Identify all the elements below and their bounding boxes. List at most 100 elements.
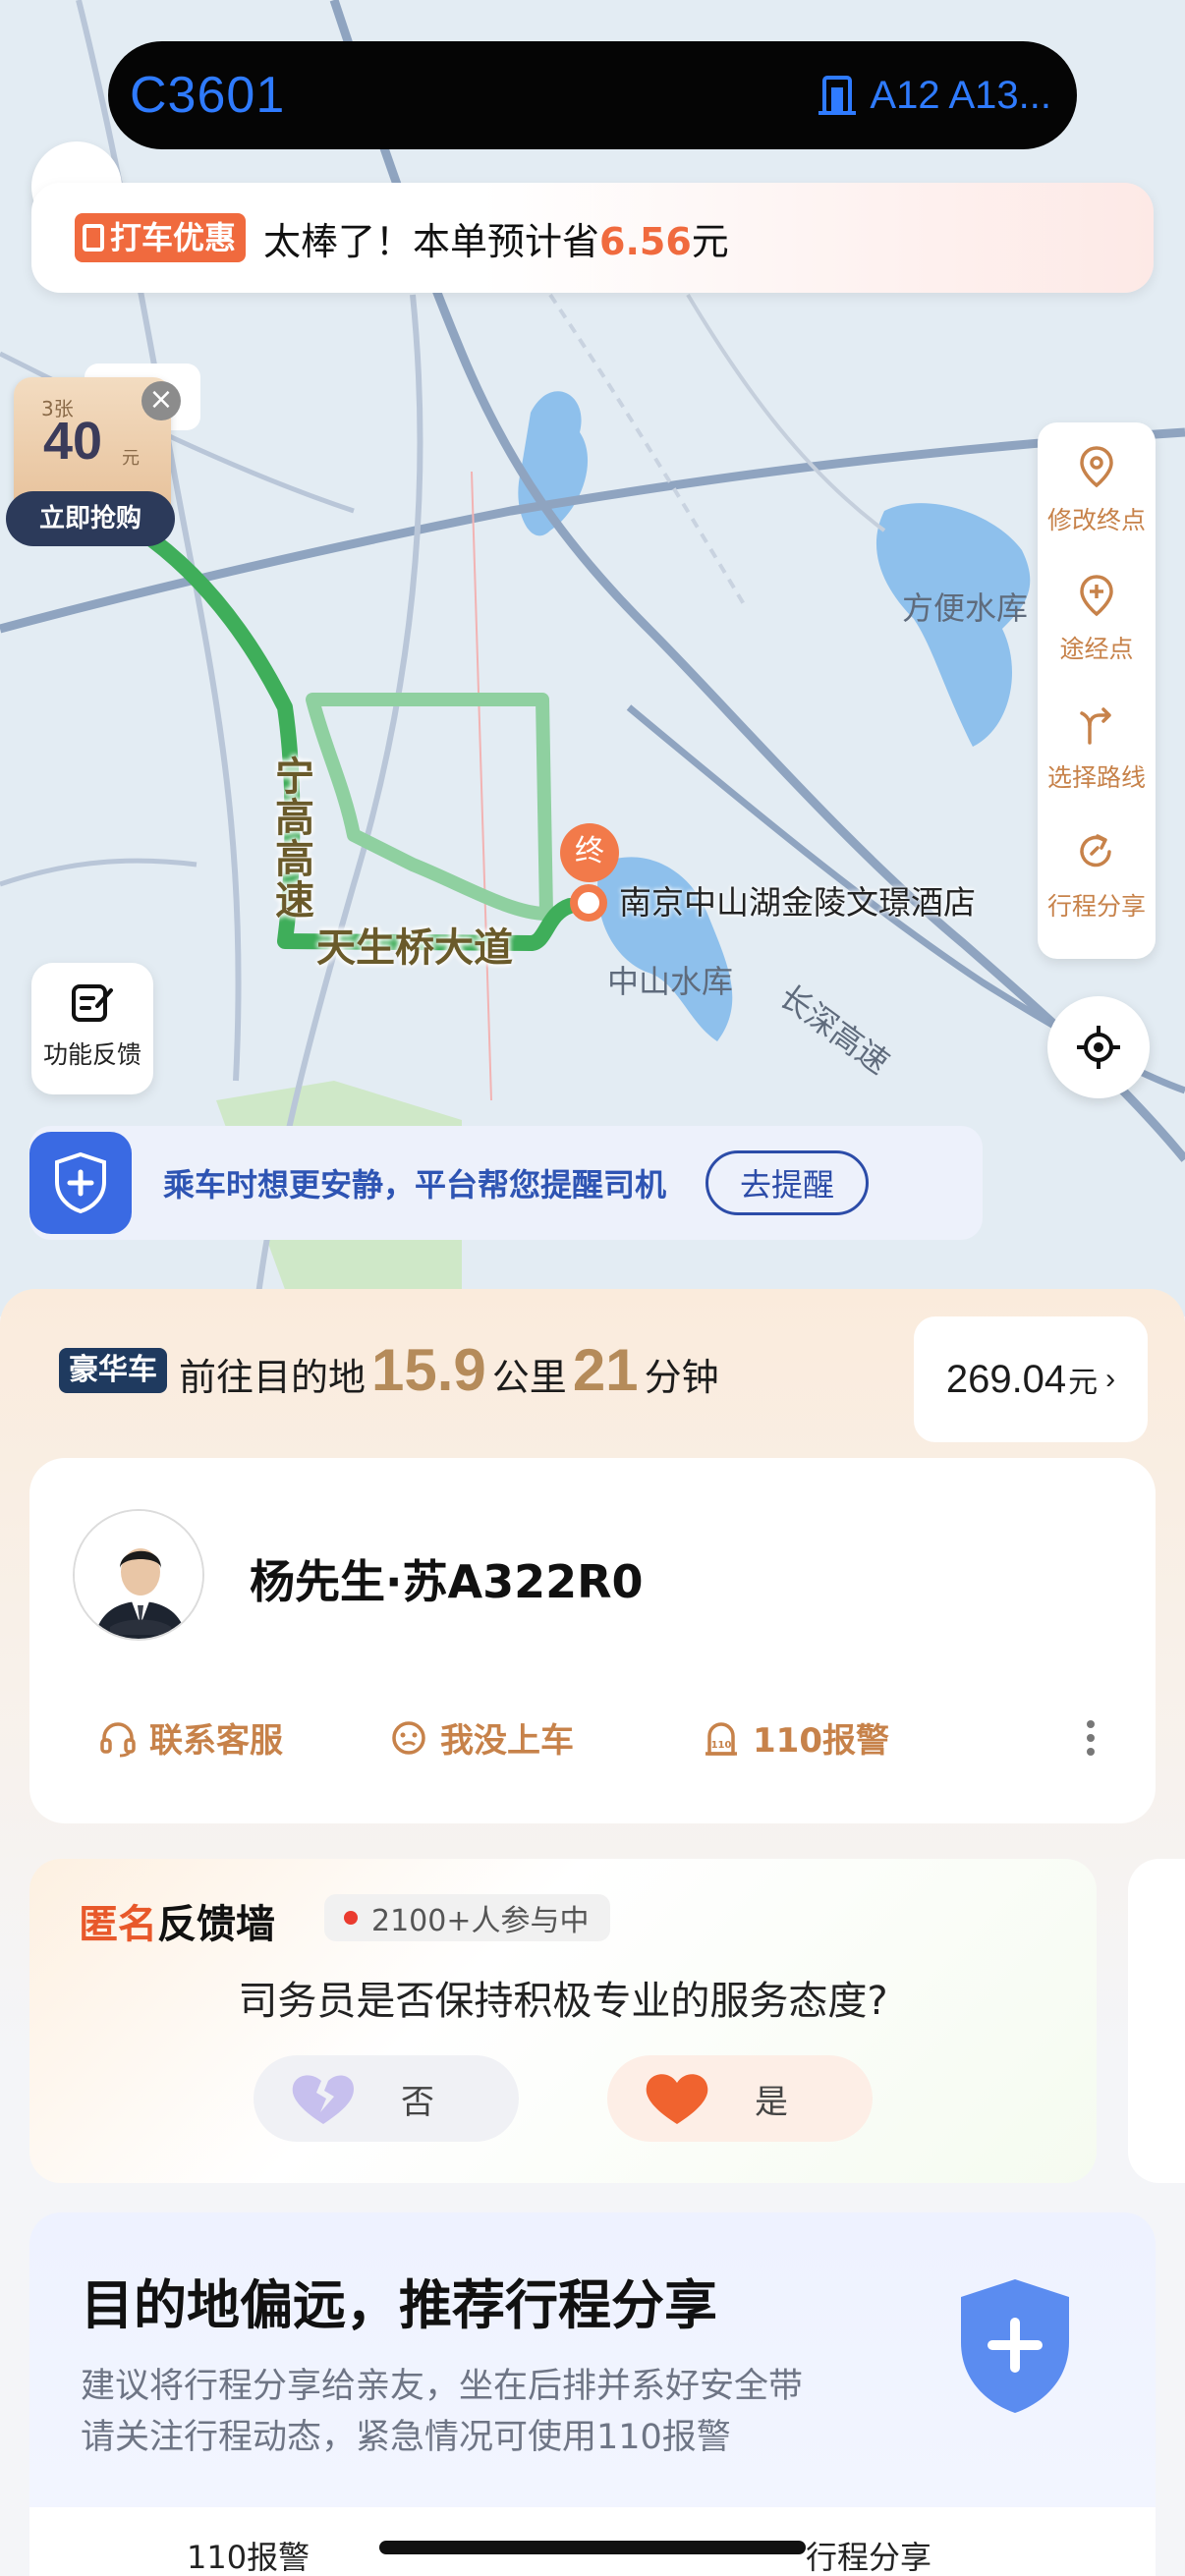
promo-text-prefix: 太棒了！本单预计省 [263, 219, 600, 263]
driver-name-plate: 杨先生·苏A322R0 [250, 1555, 644, 1608]
price-button[interactable]: 269.04 元 › [914, 1316, 1148, 1442]
side-item-label: 修改终点 [1046, 506, 1146, 534]
action-label: 联系客服 [149, 1721, 283, 1761]
side-item-waypoint[interactable]: 途经点 [1059, 573, 1134, 701]
heart-icon [646, 2074, 708, 2124]
close-icon[interactable]: × [141, 381, 181, 420]
trip-distance: 15.9 [371, 1337, 486, 1403]
broken-heart-icon [292, 2075, 354, 2124]
participants-text: 2100+人参与中 [371, 1904, 590, 1938]
trip-prefix: 前往目的地 [179, 1356, 367, 1399]
map-label-expressway: 宁高高速 [275, 755, 314, 924]
gate-text: A12 A13... [870, 73, 1051, 117]
face-icon [392, 1720, 425, 1755]
feedback-wall-card: 匿名反馈墙 2100+人参与中 司务员是否保持积极专业的服务态度? 否 是 [29, 1859, 1097, 2183]
feedback-wall-title: 匿名反馈墙 [79, 1892, 275, 1949]
promo-tag: 打车优惠 [75, 213, 247, 262]
map-view[interactable]: 宁高高速 天生桥大道 方便水库 中山水库 长深高速 终 南京中山湖金陵文璟酒店 … [0, 0, 1185, 1316]
side-item-label: 途经点 [1059, 635, 1134, 663]
vote-yes-button[interactable]: 是 [607, 2055, 873, 2142]
chevron-right-icon: › [1105, 1363, 1116, 1395]
trip-distance-unit: 公里 [491, 1356, 567, 1399]
quiet-ride-banner[interactable]: 乘车时想更安静，平台帮您提醒司机 去提醒 [29, 1126, 983, 1240]
feature-feedback-label: 功能反馈 [42, 1040, 141, 1069]
side-item-label: 行程分享 [1046, 892, 1146, 921]
coupon-value: 40 [43, 412, 103, 471]
action-label: 我没上车 [440, 1721, 574, 1761]
promo-text-suffix: 元 [691, 219, 729, 263]
dynamic-island[interactable]: C3601 A12 A13... [108, 41, 1077, 149]
price-unit: 元 [1068, 1367, 1099, 1399]
vote-yes-label: 是 [755, 2082, 788, 2122]
trip-bottom-sheet[interactable]: 豪华车 前往目的地 15.9 公里 21 分钟 269.04 元 › 杨先生·苏A3… [0, 1289, 1185, 2576]
map-label-reservoir-center: 中山水库 [607, 963, 734, 1000]
shield-box [29, 1132, 132, 1234]
side-item-route[interactable]: 选择路线 [1047, 701, 1146, 830]
vote-no-button[interactable]: 否 [254, 2055, 519, 2142]
promo-text: 太棒了！本单预计省6.56元 [263, 211, 729, 265]
share-card-share-link[interactable]: 行程分享 [806, 2533, 931, 2576]
coupon-unit: 元 [122, 448, 140, 469]
not-boarded-button[interactable]: 我没上车 [389, 1713, 574, 1762]
participants-badge: 2100+人参与中 [324, 1894, 611, 1941]
contact-service-button[interactable]: 联系客服 [98, 1713, 283, 1762]
map-label-avenue: 天生桥大道 [316, 925, 513, 971]
share-card-title: 目的地偏远，推荐行程分享 [81, 2274, 717, 2336]
share-recommend-card[interactable]: 目的地偏远，推荐行程分享 建议将行程分享给亲友，坐在后排并系好安全带 请关注行程… [29, 2212, 1156, 2576]
promo-bar[interactable]: 打车优惠 太棒了！本单预计省6.56元 [31, 183, 1154, 293]
trip-duration: 21 [572, 1337, 639, 1403]
police-icon: 110 [705, 1721, 737, 1756]
coupon-buy-button[interactable]: 立即抢购 [6, 491, 175, 546]
promo-tag-label: 打车优惠 [110, 219, 237, 256]
gate-icon [818, 76, 857, 115]
wall-title-highlight: 匿名 [79, 1902, 157, 1947]
feature-feedback-button[interactable]: 功能反馈 [31, 963, 153, 1094]
home-indicator[interactable] [379, 2541, 806, 2554]
side-item-label: 选择路线 [1046, 763, 1146, 792]
price-value: 269.04 [945, 1357, 1067, 1401]
share-trip-icon [1080, 834, 1111, 868]
live-dot-icon [344, 1911, 358, 1925]
trip-summary: 豪华车 前往目的地 15.9 公里 21 分钟 [59, 1336, 719, 1404]
police-110-button[interactable]: 110 110报警 [702, 1713, 889, 1762]
destination-label[interactable]: 南京中山湖金陵文璟酒店 [619, 876, 976, 924]
driver-photo [75, 1511, 202, 1639]
crosshair-icon [1077, 1026, 1120, 1069]
add-waypoint-icon [1080, 575, 1113, 617]
location-pin-icon [1080, 446, 1113, 488]
side-item-share[interactable]: 行程分享 [1047, 830, 1146, 959]
car-type-badge: 豪华车 [59, 1347, 167, 1393]
flight-number: C3601 [130, 67, 286, 124]
more-options-icon[interactable] [1087, 1719, 1095, 1756]
shield-plus-icon [961, 2279, 1069, 2413]
remind-driver-button[interactable]: 去提醒 [705, 1150, 870, 1215]
headset-icon [100, 1721, 136, 1757]
driver-actions: 联系客服 我没上车 110 110报警 [98, 1713, 1120, 1762]
share-card-line1: 建议将行程分享给亲友，坐在后排并系好安全带 [81, 2367, 804, 2406]
taxi-icon [83, 224, 104, 252]
vote-no-label: 否 [401, 2082, 434, 2122]
wall-title-rest: 反馈墙 [157, 1902, 275, 1947]
locate-button[interactable] [1047, 996, 1150, 1098]
edit-note-icon [72, 984, 113, 1022]
driver-card: 杨先生·苏A322R0 联系客服 我没上车 110 110报警 [29, 1458, 1156, 1823]
svg-text:110: 110 [711, 1740, 732, 1751]
route-fork-icon [1080, 707, 1111, 745]
trip-duration-unit: 分钟 [644, 1356, 719, 1399]
feedback-question: 司务员是否保持积极专业的服务态度? [238, 1979, 888, 2024]
next-card-peek[interactable] [1128, 1859, 1185, 2183]
coupon-widget[interactable]: 3张 40 元 × 立即抢购 [6, 364, 202, 550]
map-label-reservoir-east: 方便水库 [902, 589, 1029, 627]
quiet-banner-text: 乘车时想更安静，平台帮您提醒司机 [163, 1166, 667, 1204]
action-label: 110报警 [753, 1721, 889, 1761]
share-card-line2: 请关注行程动态，紧急情况可使用110报警 [81, 2418, 731, 2457]
gate-info: A12 A13... [818, 74, 1051, 118]
end-marker[interactable]: 终 [560, 823, 619, 882]
side-item-change-destination[interactable]: 修改终点 [1047, 444, 1146, 573]
shield-plus-icon [55, 1151, 106, 1214]
share-card-police-link[interactable]: 110报警 [187, 2533, 310, 2576]
map-side-panel: 修改终点 途经点 选择路线 行程分享 [1038, 422, 1156, 959]
destination-dot [570, 884, 607, 922]
driver-avatar[interactable] [73, 1509, 204, 1641]
promo-amount: 6.56 [599, 219, 692, 263]
